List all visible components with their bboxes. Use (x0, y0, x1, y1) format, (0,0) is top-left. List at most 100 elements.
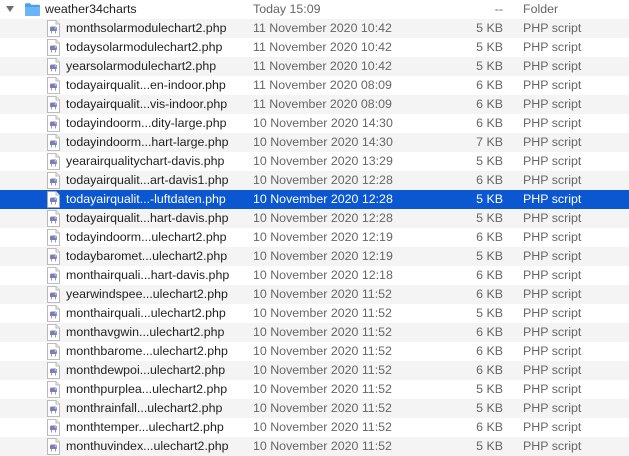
file-row[interactable]: todaybaromet...ulechart2.php 10 November … (0, 247, 629, 266)
file-date-modified: 10 November 2020 12:28 (253, 173, 393, 187)
file-date-modified: 10 November 2020 12:19 (253, 249, 393, 263)
file-size: 7 KB (476, 135, 503, 149)
file-row[interactable]: monthdewpoi...ulechart2.php 10 November 2… (0, 361, 629, 380)
file-row[interactable]: todayairqualit...hart-davis.php 10 Novemb… (0, 209, 629, 228)
file-row[interactable]: monthairquali...ulechart2.php 10 November… (0, 304, 629, 323)
file-date-modified: 10 November 2020 11:52 (253, 306, 392, 320)
file-row[interactable]: todayairqualit...art-davis1.php 10 Novemb… (0, 171, 629, 190)
file-name: monthuvindex...ulechart2.php (66, 439, 229, 453)
file-row[interactable]: yearairqualitychart-davis.php 10 November… (0, 152, 629, 171)
file-name: todayairqualit...hart-davis.php (66, 211, 229, 225)
file-name: monthbarome...ulechart2.php (66, 344, 228, 358)
folder-icon (25, 3, 40, 17)
file-name: monthsolarmodulechart2.php (66, 21, 227, 35)
file-kind: PHP script (523, 78, 582, 92)
folder-size: -- (494, 2, 503, 16)
file-kind: PHP script (523, 287, 582, 301)
file-row[interactable]: yearwindspee...ulechart2.php 10 November … (0, 285, 629, 304)
file-name: yearwindspee...ulechart2.php (66, 287, 228, 301)
php-file-icon (47, 153, 60, 170)
file-row[interactable]: todayindoorm...ulechart2.php 10 November … (0, 228, 629, 247)
php-file-icon (47, 134, 60, 151)
file-kind: PHP script (523, 439, 582, 453)
php-file-icon (47, 115, 60, 132)
php-file-icon (47, 20, 60, 37)
file-row[interactable]: todayairqualit...-luftdaten.php 10 Novemb… (0, 190, 629, 209)
file-size: 5 KB (476, 59, 503, 73)
file-name: monthrainfall...ulechart2.php (66, 401, 223, 415)
file-size: 6 KB (476, 230, 503, 244)
file-name: monthdewpoi...ulechart2.php (66, 363, 226, 377)
file-date-modified: 10 November 2020 12:19 (253, 230, 393, 244)
file-row[interactable]: monthpurplea...ulechart2.php 10 November … (0, 380, 629, 399)
file-name: monthpurplea...ulechart2.php (66, 382, 228, 396)
file-date-modified: 10 November 2020 11:52 (253, 363, 392, 377)
php-file-icon (47, 58, 60, 75)
file-row[interactable]: todayindoorm...dity-large.php 10 November… (0, 114, 629, 133)
file-kind: PHP script (523, 420, 582, 434)
php-file-icon (47, 343, 60, 360)
php-file-icon (47, 39, 60, 56)
file-row[interactable]: monthrainfall...ulechart2.php 10 November… (0, 399, 629, 418)
file-row[interactable]: todayindoorm...hart-large.php 10 November… (0, 133, 629, 152)
file-size: 5 KB (476, 40, 503, 54)
php-file-icon (47, 438, 60, 455)
file-size: 6 KB (476, 363, 503, 377)
file-kind: PHP script (523, 325, 582, 339)
file-date-modified: 11 November 2020 08:09 (253, 97, 392, 111)
file-date-modified: 10 November 2020 12:28 (253, 211, 393, 225)
file-size: 6 KB (476, 420, 503, 434)
file-size: 5 KB (476, 21, 503, 35)
file-kind: PHP script (523, 97, 582, 111)
file-row[interactable]: monthbarome...ulechart2.php 10 November 2… (0, 342, 629, 361)
file-size: 5 KB (476, 306, 503, 320)
file-size: 6 KB (476, 325, 503, 339)
file-name: todayindoorm...ulechart2.php (66, 230, 227, 244)
file-kind: PHP script (523, 268, 582, 282)
file-date-modified: 10 November 2020 11:52 (253, 344, 392, 358)
file-size: 6 KB (476, 97, 503, 111)
file-kind: PHP script (523, 306, 582, 320)
file-name: todayairqualit...vis-indoor.php (66, 97, 228, 111)
file-size: 6 KB (476, 116, 503, 130)
php-file-icon (47, 229, 60, 246)
php-file-icon (47, 267, 60, 284)
file-date-modified: 10 November 2020 13:29 (253, 154, 393, 168)
file-size: 6 KB (476, 344, 503, 358)
file-kind: PHP script (523, 401, 582, 415)
php-file-icon (47, 210, 60, 227)
file-size: 5 KB (476, 439, 503, 453)
file-kind: PHP script (523, 154, 582, 168)
file-row[interactable]: monthairquali...hart-davis.php 10 Novembe… (0, 266, 629, 285)
php-file-icon (47, 324, 60, 341)
file-row[interactable]: yearsolarmodulechart2.php 11 November 202… (0, 57, 629, 76)
file-row[interactable]: monthtemper...ulechart2.php 10 November 2… (0, 418, 629, 437)
file-date-modified: 10 November 2020 11:52 (253, 287, 392, 301)
file-row[interactable]: monthsolarmodulechart2.php 11 November 20… (0, 19, 629, 38)
file-size: 5 KB (476, 249, 503, 263)
file-date-modified: 10 November 2020 11:52 (253, 382, 392, 396)
folder-kind: Folder (523, 2, 559, 16)
file-row[interactable]: monthuvindex...ulechart2.php 10 November … (0, 437, 629, 456)
file-name: todaybaromet...ulechart2.php (66, 249, 228, 263)
file-row[interactable]: todaysolarmodulechart2.php 11 November 20… (0, 38, 629, 57)
file-row[interactable]: todayairqualit...en-indoor.php 11 Novembe… (0, 76, 629, 95)
folder-row[interactable]: weather34charts Today 15:09 -- Folder (0, 0, 629, 19)
file-row[interactable]: todayairqualit...vis-indoor.php 11 Novemb… (0, 95, 629, 114)
file-kind: PHP script (523, 344, 582, 358)
file-kind: PHP script (523, 192, 582, 206)
file-list: weather34charts Today 15:09 -- Folder mo… (0, 0, 629, 456)
file-kind: PHP script (523, 21, 582, 35)
file-date-modified: 11 November 2020 10:42 (253, 40, 392, 54)
file-row[interactable]: monthavgwin...ulechart2.php 10 November 2… (0, 323, 629, 342)
file-date-modified: 11 November 2020 10:42 (253, 21, 392, 35)
disclosure-triangle-expanded-icon[interactable] (5, 3, 15, 15)
php-file-icon (47, 305, 60, 322)
file-size: 6 KB (476, 78, 503, 92)
file-size: 5 KB (476, 154, 503, 168)
file-size: 5 KB (476, 211, 503, 225)
file-name: monthavgwin...ulechart2.php (66, 325, 225, 339)
file-kind: PHP script (523, 59, 582, 73)
file-size: 5 KB (476, 192, 503, 206)
file-date-modified: 10 November 2020 14:30 (253, 135, 393, 149)
